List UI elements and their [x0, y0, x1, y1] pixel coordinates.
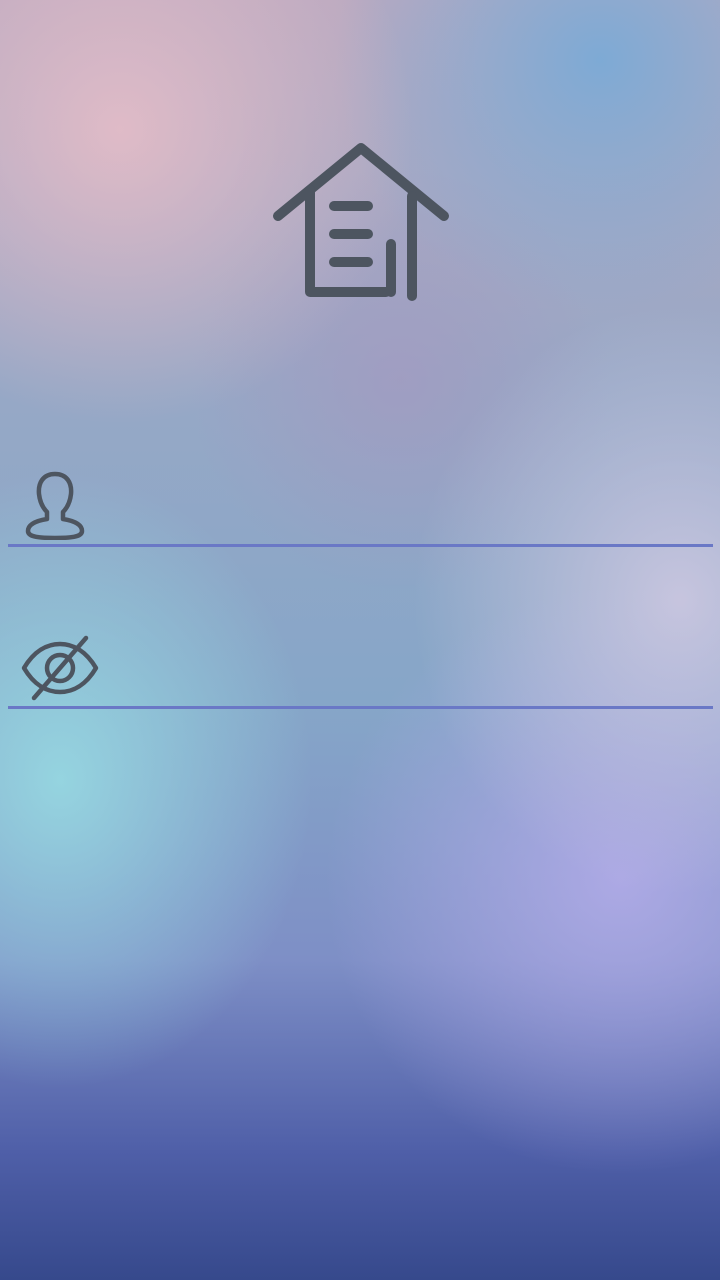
house-document-icon	[273, 143, 449, 301]
user-icon	[25, 471, 85, 540]
username-input[interactable]	[112, 484, 703, 534]
eye-off-icon[interactable]	[20, 635, 100, 701]
password-field[interactable]	[8, 625, 713, 709]
password-input[interactable]	[112, 646, 703, 696]
username-field[interactable]	[8, 462, 713, 547]
